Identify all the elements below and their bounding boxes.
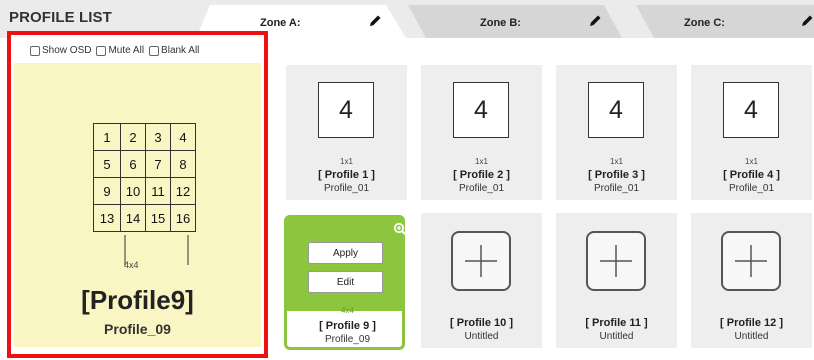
apply-button[interactable]: Apply [308,242,383,264]
profile-card[interactable]: 4 1x1 [ Profile 2 ] Profile_01 [421,65,542,200]
profile-subname: Profile_01 [728,183,775,194]
add-profile-button[interactable] [721,231,781,291]
checkbox-box[interactable] [30,45,40,56]
edit-button[interactable]: Edit [308,271,383,293]
show-osd-label: Show OSD [42,45,92,56]
profile-subname: Untitled [464,331,499,342]
grid-cell: 16 [170,204,196,232]
profile-card-empty[interactable]: [ Profile 10 ] Untitled [421,213,542,348]
grid-cell: 5 [93,150,121,178]
layout-size-label: 1x1 [340,157,353,166]
profile-subname: Profile_01 [323,183,370,194]
profile-name: [ Profile 2 ] [453,169,510,181]
tab-zone-b[interactable]: Zone B: [408,5,622,38]
tab-zone-c[interactable]: Zone C: [636,5,814,38]
grid-cell: 2 [120,123,146,151]
profile-card-empty[interactable]: [ Profile 12 ] Untitled [691,213,812,348]
profile-card[interactable]: 4 1x1 [ Profile 1 ] Profile_01 [286,65,407,200]
layout-size-label: 1x1 [610,157,623,166]
add-profile-button[interactable] [451,231,511,291]
pencil-icon[interactable] [368,14,382,28]
profile-subname: Profile_09 [324,334,371,345]
layout-thumbnail: 4 [318,82,374,138]
grid-cell: 11 [145,177,171,205]
pencil-icon[interactable] [800,14,814,28]
grid-cell: 8 [170,150,196,178]
grid-cell: 9 [93,177,121,205]
page-title: PROFILE LIST [9,9,112,26]
grid-cell: 7 [145,150,171,178]
layout-size-label: 4x4 [341,306,354,315]
layout-thumbnail: 4 [453,82,509,138]
grid-cell: 6 [120,150,146,178]
blank-all-label: Blank All [161,45,200,56]
zoom-in-icon[interactable] [393,222,407,236]
checkbox-box[interactable] [149,45,160,56]
pencil-icon[interactable] [588,14,602,28]
layout-size-label: 4x4 [124,260,139,270]
grid-cell: 15 [145,204,171,232]
mute-all-checkbox[interactable]: Mute All [96,45,144,56]
mute-all-label: Mute All [108,45,145,56]
tab-zone-c-label: Zone C: [684,17,725,29]
add-profile-button[interactable] [586,231,646,291]
preview-profile-name: [Profile9] [81,285,194,315]
blank-all-checkbox[interactable]: Blank All [149,45,199,56]
layout-thumbnail: 4 [723,82,779,138]
grid-cell: 10 [120,177,146,205]
tab-zone-b-label: Zone B: [480,17,521,29]
profile-subname: Untitled [734,331,769,342]
osd-options: Show OSD Mute All Blank All [30,45,204,56]
grid-cell: 13 [93,204,121,232]
profile-card-empty[interactable]: [ Profile 11 ] Untitled [556,213,677,348]
layout-preview: 1 2 3 4 5 6 7 8 9 10 11 12 13 14 15 16 4… [14,63,261,347]
layout-thumbnail: 4 [588,82,644,138]
grid-cell: 3 [145,123,171,151]
wall-stand-lines [124,235,189,265]
show-osd-checkbox[interactable]: Show OSD [30,45,91,56]
profile-name: [ Profile 11 ] [585,317,648,329]
profile-name: [ Profile 1 ] [318,169,375,181]
tab-zone-c-shape [636,5,814,38]
layout-size-label: 1x1 [745,157,758,166]
profile-name: [ Profile 10 ] [450,317,513,329]
grid-cell: 4 [170,123,196,151]
plus-icon [465,245,497,277]
profile-preview-panel: Show OSD Mute All Blank All 1 2 3 4 5 6 … [7,31,268,358]
profile-subname: Profile_01 [458,183,505,194]
grid-cell: 14 [120,204,146,232]
tab-zone-a-label: Zone A: [260,17,301,29]
profile-card[interactable]: 4 1x1 [ Profile 3 ] Profile_01 [556,65,677,200]
layout-grid: 1 2 3 4 5 6 7 8 9 10 11 12 13 14 15 16 [93,123,215,235]
checkbox-box[interactable] [96,45,107,56]
profile-name: [ Profile 4 ] [723,169,780,181]
grid-cell: 12 [170,177,196,205]
profile-name: [ Profile 12 ] [720,317,783,329]
plus-icon [735,245,767,277]
profile-name: [ Profile 9 ] [319,320,376,332]
preview-profile-subname: Profile_09 [104,321,171,337]
layout-size-label: 1x1 [475,157,488,166]
grid-cell: 1 [93,123,121,151]
profile-card[interactable]: 4 1x1 [ Profile 4 ] Profile_01 [691,65,812,200]
plus-icon [600,245,632,277]
profile-subname: Profile_01 [593,183,640,194]
profile-subname: Untitled [599,331,634,342]
profile-name: [ Profile 3 ] [588,169,645,181]
profile-card-active[interactable]: Apply Edit 4x4 [ Profile 9 ] Profile_09 [284,215,407,350]
